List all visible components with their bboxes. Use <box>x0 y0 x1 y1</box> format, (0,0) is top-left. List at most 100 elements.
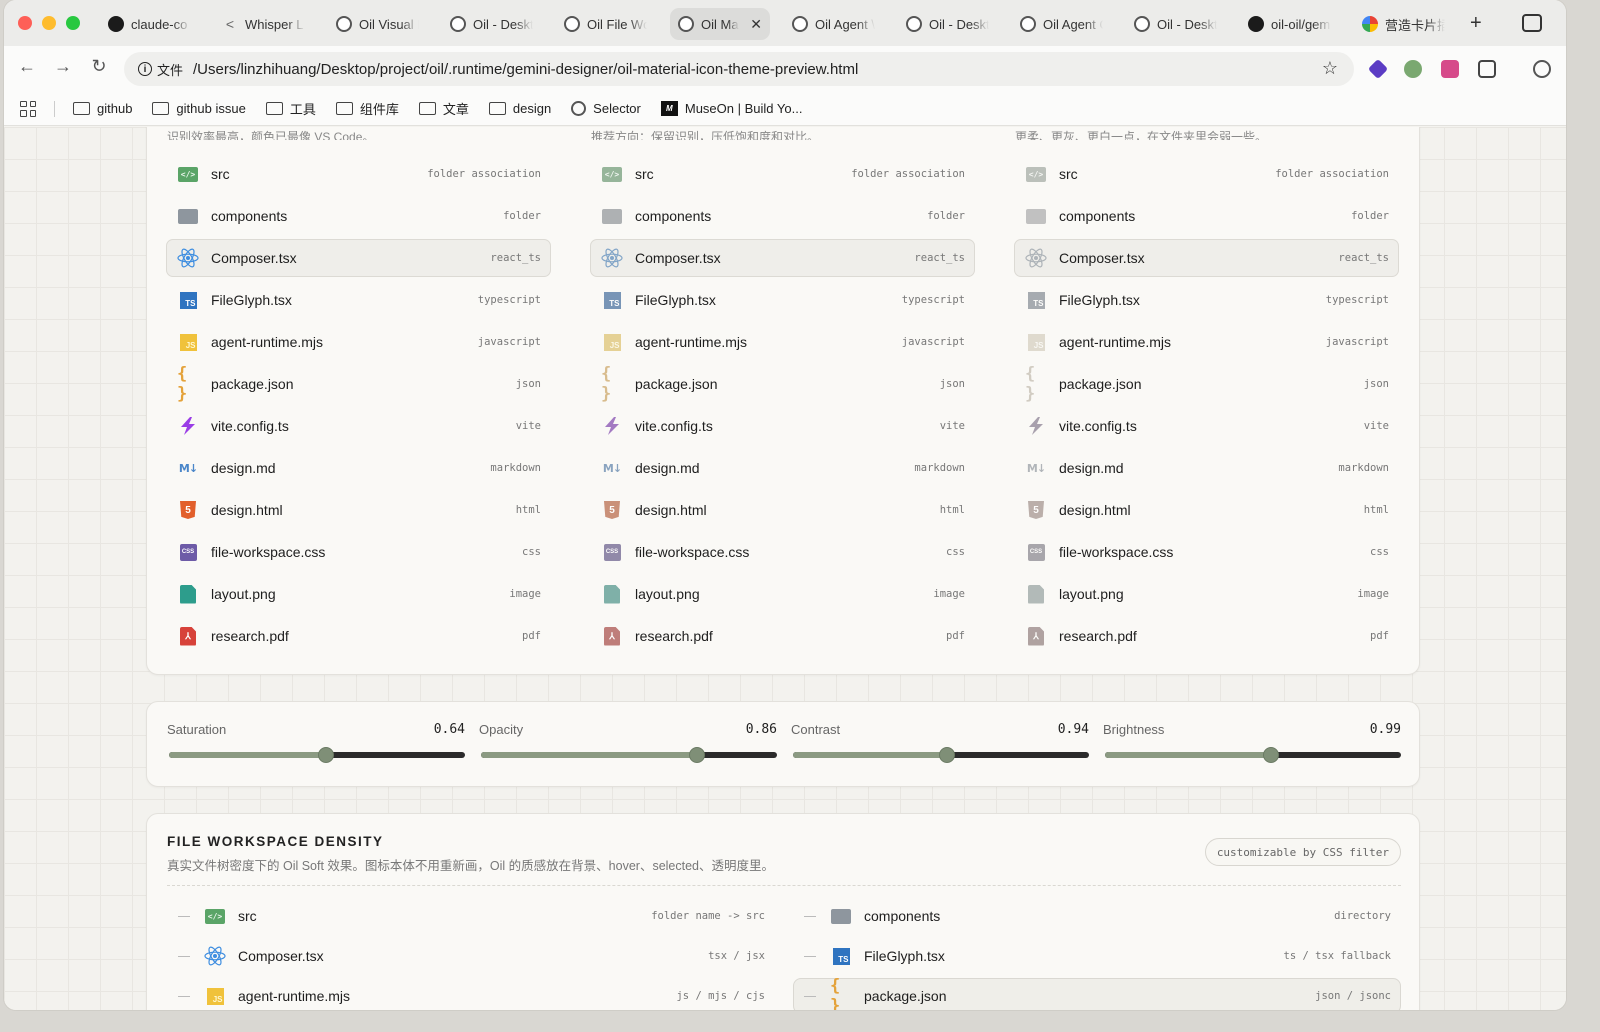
file-row[interactable]: { } package.json json <box>1014 364 1399 404</box>
zoom-window-button[interactable] <box>66 16 80 30</box>
file-row[interactable]: TS FileGlyph.tsx typescript <box>1014 281 1399 319</box>
file-row[interactable]: </> src folder association <box>1014 155 1399 193</box>
slider-track[interactable] <box>1105 747 1401 763</box>
slider-thumb[interactable] <box>317 747 334 763</box>
browser-tab[interactable]: 营造卡片插 <box>1354 8 1464 40</box>
site-info-button[interactable]: i 文件 <box>138 60 183 79</box>
browser-tab[interactable]: Oil Agent \ <box>784 8 894 40</box>
file-row[interactable]: Composer.tsx react_ts <box>590 239 975 277</box>
tree-indent-line <box>178 915 190 917</box>
file-row[interactable]: 5 design.html html <box>166 491 551 529</box>
file-row[interactable]: components folder <box>166 197 551 235</box>
browser-tab[interactable]: < Whisper L <box>214 8 324 40</box>
slider-thumb[interactable] <box>1262 747 1279 763</box>
file-row[interactable]: TS FileGlyph.tsx typescript <box>590 281 975 319</box>
tree-row[interactable]: { } package.json json / jsonc <box>793 976 1401 1010</box>
section-title: FILE WORKSPACE DENSITY <box>167 834 384 849</box>
tree-row[interactable]: </> src folder name -> src <box>167 898 775 934</box>
tree-row[interactable]: Composer.tsx tsx / jsx <box>167 938 775 974</box>
file-row[interactable]: layout.png image <box>590 575 975 613</box>
tab-search-icon[interactable] <box>1522 14 1542 32</box>
bookmark-item[interactable]: github issue <box>152 101 246 116</box>
file-row[interactable]: ⅄ research.pdf pdf <box>166 617 551 655</box>
browser-tab[interactable]: oil-oil/gem <box>1240 8 1350 40</box>
bookmark-star-icon[interactable]: ☆ <box>1322 58 1338 79</box>
url-text[interactable]: /Users/linzhihuang/Desktop/project/oil/.… <box>193 61 858 78</box>
filter-slider[interactable]: Opacity 0.86 <box>479 702 777 788</box>
file-name: src <box>238 908 257 924</box>
slider-thumb[interactable] <box>938 747 955 763</box>
file-row[interactable]: components folder <box>590 197 975 235</box>
file-row[interactable]: layout.png image <box>1014 575 1399 613</box>
close-window-button[interactable] <box>18 16 32 30</box>
slider-track[interactable] <box>793 747 1089 763</box>
browser-tab[interactable]: Oil - Deskt <box>898 8 1008 40</box>
browser-tab[interactable]: Oil File Wo <box>556 8 666 40</box>
filter-slider[interactable]: Saturation 0.64 <box>167 702 465 788</box>
file-row[interactable]: ⅄ research.pdf pdf <box>1014 617 1399 655</box>
file-row[interactable]: M↓ design.md markdown <box>590 449 975 487</box>
file-row[interactable]: { } package.json json <box>166 364 551 404</box>
file-row[interactable]: Composer.tsx react_ts <box>166 239 551 277</box>
tree-row[interactable]: JS agent-runtime.mjs js / mjs / cjs <box>167 978 775 1010</box>
file-row[interactable]: M↓ design.md markdown <box>166 449 551 487</box>
slider-label: Contrast <box>791 722 841 737</box>
address-bar[interactable]: i 文件 /Users/linzhihuang/Desktop/project/… <box>124 52 1354 86</box>
file-row[interactable]: CSS file-workspace.css css <box>1014 533 1399 571</box>
tree-row[interactable]: TS FileGlyph.tsx ts / tsx fallback <box>793 938 1401 974</box>
file-row[interactable]: JS agent-runtime.mjs javascript <box>1014 323 1399 361</box>
extensions-puzzle-icon[interactable] <box>1478 60 1496 78</box>
file-type: folder association <box>427 168 541 180</box>
bookmark-item[interactable]: 工具 <box>265 99 316 118</box>
file-row[interactable]: 5 design.html html <box>1014 491 1399 529</box>
close-tab-icon[interactable]: ✕ <box>750 16 762 33</box>
bookmark-item[interactable]: design <box>488 101 551 116</box>
bookmark-item[interactable]: github <box>73 101 132 116</box>
browser-tab[interactable]: Oil - Deskt <box>442 8 552 40</box>
bookmark-item[interactable]: 组件库 <box>335 99 399 118</box>
apps-grid-icon[interactable] <box>20 100 36 117</box>
filter-slider[interactable]: Contrast 0.94 <box>791 702 1089 788</box>
slider-track[interactable] <box>169 747 465 763</box>
file-type: image <box>1357 588 1389 600</box>
file-row[interactable]: CSS file-workspace.css css <box>166 533 551 571</box>
file-row[interactable]: Composer.tsx react_ts <box>1014 239 1399 277</box>
file-row[interactable]: </> src folder association <box>590 155 975 193</box>
browser-tab[interactable]: Oil - Deskt <box>1126 8 1236 40</box>
file-row[interactable]: ⅄ research.pdf pdf <box>590 617 975 655</box>
file-row[interactable]: vite.config.ts vite <box>590 407 975 445</box>
back-arrow-icon[interactable]: ← <box>14 56 40 77</box>
new-tab-button[interactable]: + <box>1470 12 1482 35</box>
file-row[interactable]: </> src folder association <box>166 155 551 193</box>
bookmark-item[interactable]: M MuseOn | Build Yo... <box>660 101 802 116</box>
file-row[interactable]: vite.config.ts vite <box>166 407 551 445</box>
folder-icon <box>602 208 622 224</box>
file-row[interactable]: M↓ design.md markdown <box>1014 449 1399 487</box>
file-row[interactable]: { } package.json json <box>590 364 975 404</box>
forward-arrow-icon[interactable]: → <box>50 56 76 77</box>
file-row[interactable]: JS agent-runtime.mjs javascript <box>166 323 551 361</box>
file-row[interactable]: components folder <box>1014 197 1399 235</box>
browser-tab[interactable]: claude-co <box>100 8 210 40</box>
slider-track[interactable] <box>481 747 777 763</box>
browser-tab[interactable]: Oil Visual F <box>328 8 438 40</box>
tree-row[interactable]: components directory <box>793 898 1401 934</box>
file-row[interactable]: layout.png image <box>166 575 551 613</box>
bookmark-item[interactable]: Selector <box>571 101 641 116</box>
slider-thumb[interactable] <box>689 747 706 763</box>
browser-tab[interactable]: Oil Agent C <box>1012 8 1122 40</box>
file-row[interactable]: JS agent-runtime.mjs javascript <box>590 323 975 361</box>
minimize-window-button[interactable] <box>42 16 56 30</box>
file-row[interactable]: CSS file-workspace.css css <box>590 533 975 571</box>
bookmark-item[interactable]: 文章 <box>418 99 469 118</box>
profile-avatar-icon[interactable] <box>1533 60 1551 78</box>
browser-tab[interactable]: Oil Ma ✕ <box>670 8 770 40</box>
filter-slider[interactable]: Brightness 0.99 <box>1103 702 1401 788</box>
file-row[interactable]: TS FileGlyph.tsx typescript <box>166 281 551 319</box>
file-row[interactable]: 5 design.html html <box>590 491 975 529</box>
file-row[interactable]: vite.config.ts vite <box>1014 407 1399 445</box>
extension-diamond-icon[interactable] <box>1367 58 1389 80</box>
reload-icon[interactable]: ↻ <box>86 56 112 77</box>
extension-cluster-icon[interactable] <box>1404 60 1422 78</box>
extension-translate-icon[interactable] <box>1441 60 1459 78</box>
